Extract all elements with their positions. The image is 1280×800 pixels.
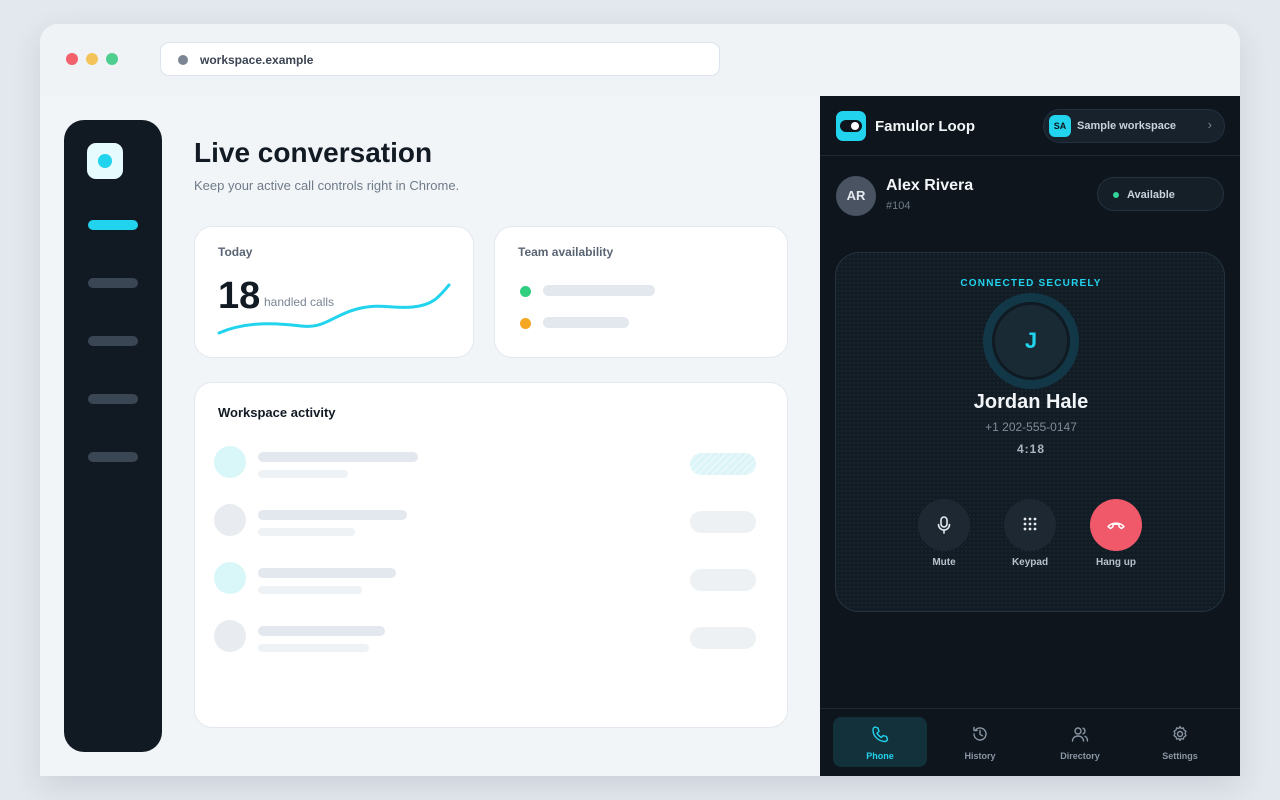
user-avatar: AR bbox=[836, 176, 876, 216]
app-logo-icon[interactable] bbox=[87, 143, 123, 179]
close-window-button[interactable] bbox=[66, 53, 78, 65]
tab-phone-label: Phone bbox=[866, 751, 894, 761]
keypad-button[interactable] bbox=[1004, 499, 1056, 551]
tab-settings[interactable]: Settings bbox=[1133, 717, 1227, 767]
tab-settings-label: Settings bbox=[1162, 751, 1198, 761]
mute-button[interactable] bbox=[918, 499, 970, 551]
tab-directory[interactable]: Directory bbox=[1033, 717, 1127, 767]
caller-number: +1 202-555-0147 bbox=[985, 420, 1077, 434]
avatar-placeholder bbox=[214, 562, 246, 594]
sidebar-item-1[interactable] bbox=[88, 220, 138, 230]
app-sidebar bbox=[64, 120, 162, 752]
address-bar[interactable]: workspace.example bbox=[160, 42, 720, 76]
keypad-icon bbox=[1023, 517, 1037, 531]
hang-up-button[interactable] bbox=[1090, 499, 1142, 551]
status-badge-placeholder bbox=[690, 627, 756, 649]
sidebar-item-2[interactable] bbox=[88, 278, 138, 288]
team-member-placeholder bbox=[543, 317, 629, 328]
panel-tab-bar: Phone History Directory Settings bbox=[820, 708, 1240, 776]
user-extension: #104 bbox=[886, 200, 911, 212]
text-placeholder bbox=[258, 586, 362, 594]
today-label: Today bbox=[218, 245, 253, 259]
avatar-placeholder bbox=[214, 620, 246, 652]
today-card: Today 18 handled calls bbox=[194, 226, 474, 358]
availability-label: Available bbox=[1127, 189, 1175, 201]
history-icon bbox=[973, 726, 987, 741]
available-dot-icon bbox=[1113, 192, 1119, 198]
gear-icon bbox=[1173, 725, 1187, 742]
mute-label: Mute bbox=[932, 557, 956, 568]
chevron-right-icon: › bbox=[1207, 117, 1212, 132]
calls-sparkline bbox=[217, 283, 451, 335]
workspace-label: Sample workspace bbox=[1077, 120, 1177, 132]
sidebar-item-5[interactable] bbox=[88, 452, 138, 462]
user-name: Alex Rivera bbox=[886, 177, 974, 194]
keypad-label: Keypad bbox=[1011, 557, 1049, 568]
status-badge-placeholder bbox=[690, 569, 756, 591]
address-url: workspace.example bbox=[200, 53, 314, 67]
hang-up-label: Hang up bbox=[1096, 557, 1136, 568]
status-badge-placeholder bbox=[690, 453, 756, 475]
text-placeholder bbox=[258, 568, 396, 578]
tab-phone[interactable]: Phone bbox=[833, 717, 927, 767]
team-member-placeholder bbox=[543, 285, 655, 296]
brand-name: Famulor Loop bbox=[875, 118, 975, 135]
minimize-window-button[interactable] bbox=[86, 53, 98, 65]
workspace-switcher-button[interactable]: SA Sample workspace › bbox=[1043, 109, 1225, 143]
available-status-dot bbox=[520, 286, 531, 297]
text-placeholder bbox=[258, 452, 418, 462]
web-page: Live conversation Keep your active call … bbox=[40, 96, 820, 776]
team-availability-label: Team availability bbox=[518, 245, 614, 259]
tab-history[interactable]: History bbox=[933, 717, 1027, 767]
hang-up-icon bbox=[1107, 522, 1125, 530]
call-status: CONNECTED SECURELY bbox=[960, 278, 1102, 289]
team-availability-card: Team availability bbox=[494, 226, 788, 358]
avatar-placeholder bbox=[214, 446, 246, 478]
tab-directory-label: Directory bbox=[1060, 751, 1100, 761]
page-subtitle: Keep your active call controls right in … bbox=[194, 178, 460, 193]
caller-avatar: J bbox=[983, 293, 1079, 389]
active-call-card: CONNECTED SECURELY J Jordan Hale +1 202-… bbox=[835, 252, 1225, 612]
panel-header: Famulor Loop SA Sample workspace › bbox=[820, 96, 1240, 156]
avatar-placeholder bbox=[214, 504, 246, 536]
maximize-window-button[interactable] bbox=[106, 53, 118, 65]
browser-titlebar: workspace.example bbox=[40, 24, 1240, 96]
page-title: Live conversation bbox=[194, 137, 433, 168]
phone-icon bbox=[872, 726, 889, 743]
microphone-icon bbox=[937, 516, 951, 534]
site-info-icon[interactable] bbox=[178, 55, 188, 65]
text-placeholder bbox=[258, 626, 385, 636]
away-status-dot bbox=[520, 318, 531, 329]
availability-status-button[interactable]: Available bbox=[1097, 177, 1224, 211]
workspace-activity-card: Workspace activity bbox=[194, 382, 788, 728]
directory-icon bbox=[1071, 727, 1089, 742]
brand-toggle-icon bbox=[836, 111, 866, 141]
caller-initial: J bbox=[992, 302, 1070, 380]
text-placeholder bbox=[258, 528, 355, 536]
sidebar-item-4[interactable] bbox=[88, 394, 138, 404]
text-placeholder bbox=[258, 470, 348, 478]
extension-side-panel: Famulor Loop SA Sample workspace › AR Al… bbox=[820, 96, 1240, 776]
caller-name: Jordan Hale bbox=[973, 391, 1089, 413]
tab-history-label: History bbox=[964, 751, 996, 761]
text-placeholder bbox=[258, 510, 407, 520]
sidebar-item-3[interactable] bbox=[88, 336, 138, 346]
text-placeholder bbox=[258, 644, 369, 652]
call-duration: 4:18 bbox=[1016, 442, 1046, 456]
status-badge-placeholder bbox=[690, 511, 756, 533]
workspace-avatar: SA bbox=[1049, 115, 1071, 137]
workspace-activity-title: Workspace activity bbox=[218, 405, 336, 420]
browser-window: workspace.example Live conversation Keep… bbox=[40, 24, 1240, 776]
